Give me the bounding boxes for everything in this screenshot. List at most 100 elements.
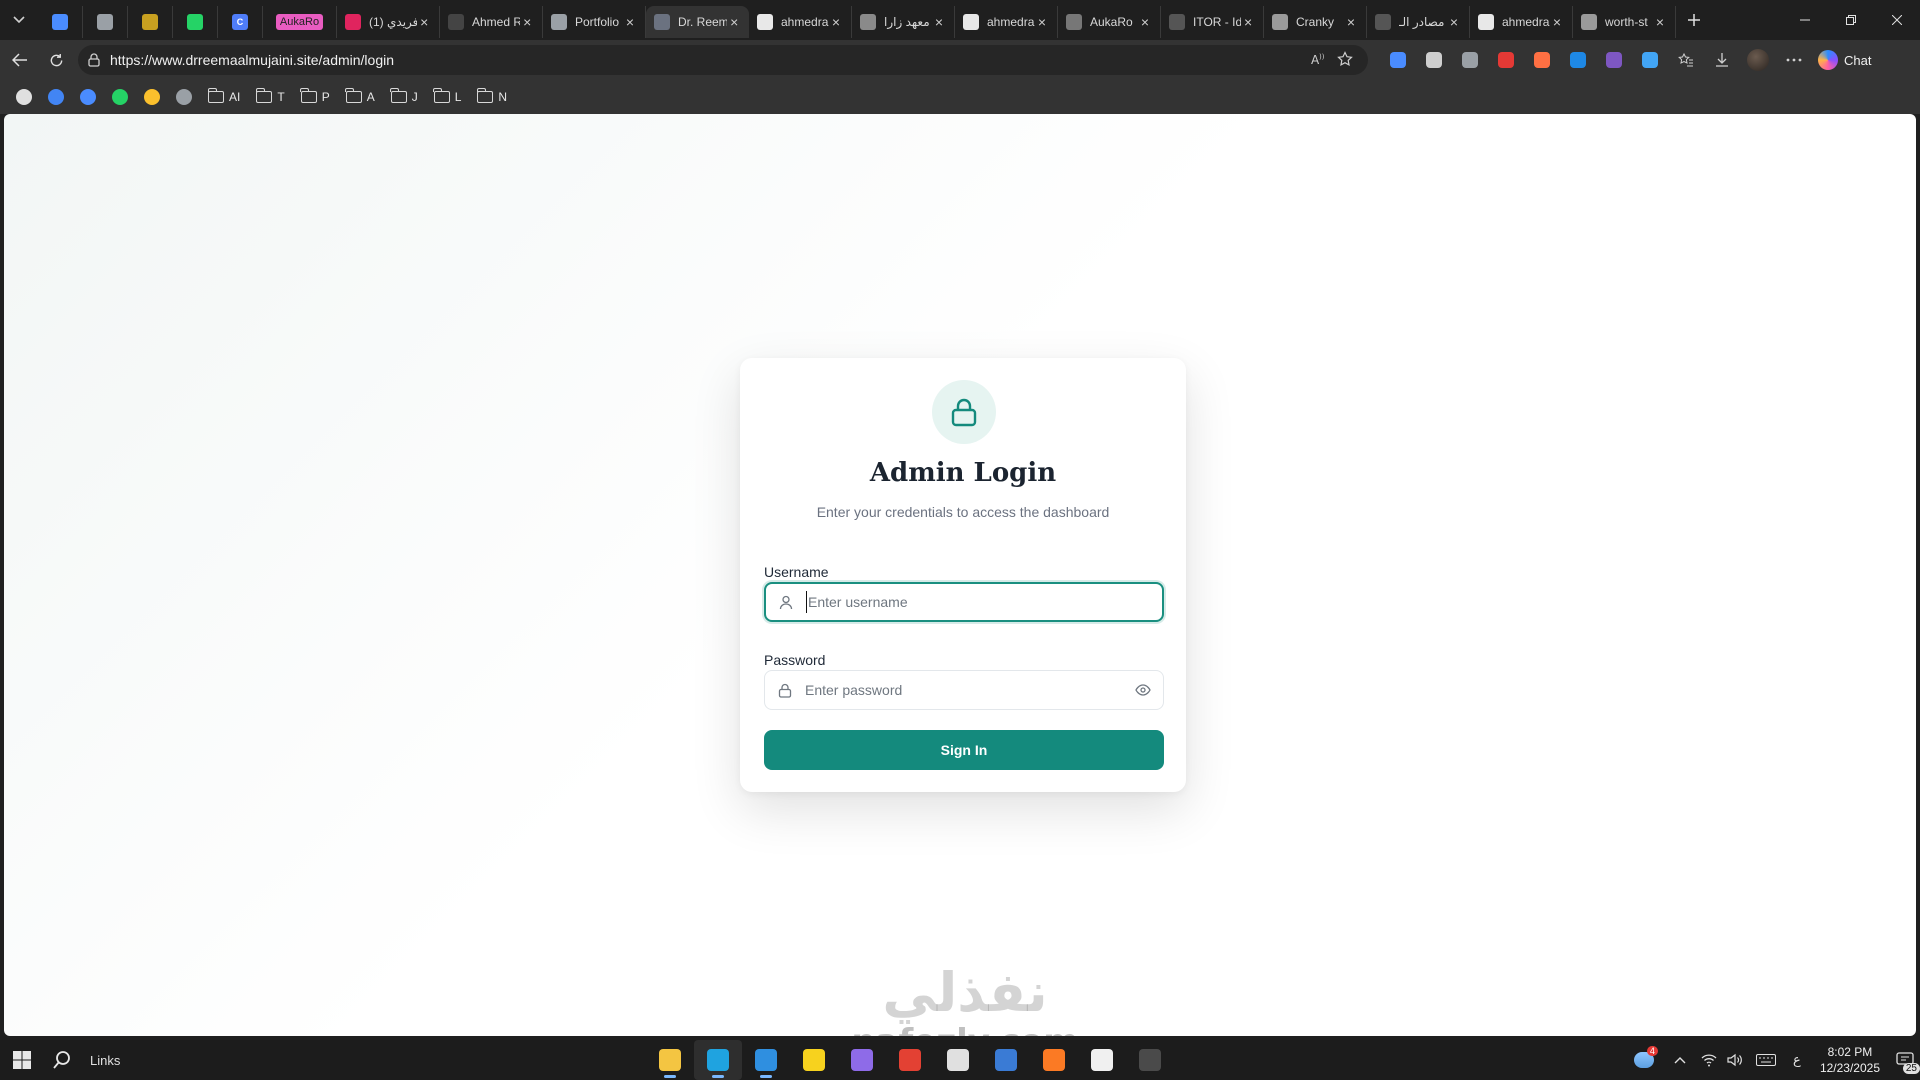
tab[interactable]: C [218, 6, 263, 38]
tab-close-icon[interactable]: × [1447, 14, 1461, 30]
more-menu-button[interactable] [1776, 45, 1812, 75]
username-field[interactable] [764, 582, 1164, 622]
tab[interactable]: ahmedra × [1470, 6, 1573, 38]
taskbar-app-github-desktop[interactable] [838, 1040, 886, 1080]
taskbar-app-app-dark[interactable] [934, 1040, 982, 1080]
extension-button[interactable] [1380, 45, 1416, 75]
tab[interactable]: AukaRo × [1058, 6, 1161, 38]
folder-icon [207, 88, 224, 103]
tab-active[interactable]: Dr. Reem × [646, 6, 749, 38]
bookmark-item[interactable] [168, 84, 200, 110]
tab[interactable]: ITOR - Id × [1161, 6, 1264, 38]
favicon-icon [448, 14, 464, 30]
bookmark-label: N [498, 90, 508, 104]
taskbar-app-chrome[interactable] [886, 1040, 934, 1080]
bookmark-item[interactable] [136, 84, 168, 110]
tab[interactable] [38, 6, 83, 38]
bookmark-folder[interactable]: A [338, 84, 383, 110]
bookmark-folder[interactable]: L [426, 84, 470, 110]
tab-close-icon[interactable]: × [727, 14, 741, 30]
taskbar-app-file-explorer[interactable] [646, 1040, 694, 1080]
address-bar[interactable]: https://www.drreemaalmujaini.site/admin/… [78, 45, 1368, 75]
tab-close-icon[interactable]: × [1138, 14, 1152, 30]
refresh-button[interactable] [38, 44, 74, 76]
tab-close-icon[interactable]: × [1550, 14, 1564, 30]
minimize-button[interactable] [1782, 0, 1828, 40]
bookmark-item[interactable] [8, 84, 40, 110]
copilot-chat-button[interactable]: Chat [1818, 50, 1871, 70]
wifi-icon[interactable] [1696, 1040, 1722, 1080]
extension-button[interactable] [1560, 45, 1596, 75]
bookmark-folder[interactable]: AI [200, 84, 248, 110]
back-button[interactable] [2, 44, 38, 76]
favorites-button[interactable] [1668, 45, 1704, 75]
favorite-star-icon[interactable] [1332, 50, 1358, 70]
password-input[interactable] [805, 671, 1123, 709]
restore-button[interactable] [1828, 0, 1874, 40]
tab-close-icon[interactable]: × [623, 14, 637, 30]
show-password-toggle[interactable] [1123, 684, 1163, 696]
tab[interactable] [128, 6, 173, 38]
clock[interactable]: 8:02 PM 12/23/2025 [1820, 1044, 1880, 1076]
notification-center-button[interactable]: 25 [1890, 1040, 1920, 1080]
taskbar-app-sticky-notes[interactable] [790, 1040, 838, 1080]
downloads-button[interactable] [1704, 45, 1740, 75]
tab[interactable]: معهد زارا × [852, 6, 955, 38]
tab[interactable]: ahmedra × [749, 6, 852, 38]
bookmark-folder[interactable]: P [293, 84, 338, 110]
tab-actions-menu-button[interactable] [0, 0, 38, 40]
tab-close-icon[interactable]: × [520, 14, 534, 30]
tab-close-icon[interactable]: × [1653, 14, 1667, 30]
tab[interactable] [83, 6, 128, 38]
tab[interactable]: Cranky × [1264, 6, 1367, 38]
bookmark-folder[interactable]: J [383, 84, 426, 110]
taskbar-app-terminal[interactable] [1126, 1040, 1174, 1080]
tab-close-icon[interactable]: × [932, 14, 946, 30]
taskbar-app-app-blue[interactable] [982, 1040, 1030, 1080]
taskbar-app-xampp[interactable] [1030, 1040, 1078, 1080]
extension-button[interactable] [1488, 45, 1524, 75]
extension-button[interactable] [1452, 45, 1488, 75]
tab[interactable]: (1) فريدي × [337, 6, 440, 38]
extension-button[interactable] [1416, 45, 1452, 75]
tab[interactable]: ahmedra × [955, 6, 1058, 38]
password-field[interactable] [764, 670, 1164, 710]
tab-close-icon[interactable]: × [829, 14, 843, 30]
volume-icon[interactable] [1722, 1040, 1748, 1080]
extension-button[interactable] [1596, 45, 1632, 75]
profile-button[interactable] [1740, 45, 1776, 75]
tab-close-icon[interactable]: × [1241, 14, 1255, 30]
sign-in-button[interactable]: Sign In [764, 730, 1164, 770]
bookmark-item[interactable] [104, 84, 136, 110]
tab[interactable]: Ahmed R × [440, 6, 543, 38]
bookmark-folder[interactable]: N [469, 84, 515, 110]
url-text[interactable]: https://www.drreemaalmujaini.site/admin/… [110, 52, 1306, 68]
taskbar-app-vscode[interactable] [742, 1040, 790, 1080]
tab[interactable] [173, 6, 218, 38]
tab[interactable]: worth-st × [1573, 6, 1676, 38]
tab-close-icon[interactable]: × [1344, 14, 1358, 30]
taskbar-app-edge[interactable] [694, 1040, 742, 1080]
start-button[interactable] [0, 1040, 44, 1080]
bookmark-item[interactable] [72, 84, 104, 110]
tab[interactable]: AukaRo [263, 6, 337, 38]
taskbar-search[interactable]: Links [52, 1050, 120, 1070]
weather-widget[interactable]: 4 [1624, 1040, 1664, 1080]
bookmark-folder[interactable]: T [248, 84, 292, 110]
taskbar-app-store[interactable] [1078, 1040, 1126, 1080]
tab-close-icon[interactable]: × [1035, 14, 1049, 30]
extension-button[interactable] [1632, 45, 1668, 75]
search-label: Links [90, 1052, 121, 1068]
language-indicator[interactable]: ع [1784, 1040, 1810, 1080]
tab[interactable]: مصادر الـ × [1367, 6, 1470, 38]
keyboard-icon[interactable] [1748, 1040, 1784, 1080]
new-tab-button[interactable] [1676, 2, 1712, 38]
tab-close-icon[interactable]: × [417, 14, 431, 30]
extension-button[interactable] [1524, 45, 1560, 75]
read-aloud-icon[interactable]: A)) [1306, 52, 1332, 69]
bookmark-item[interactable] [40, 84, 72, 110]
close-window-button[interactable] [1874, 0, 1920, 40]
username-input[interactable] [806, 591, 1162, 613]
show-hidden-icons-button[interactable] [1664, 1040, 1696, 1080]
tab[interactable]: Portfolio × [543, 6, 646, 38]
